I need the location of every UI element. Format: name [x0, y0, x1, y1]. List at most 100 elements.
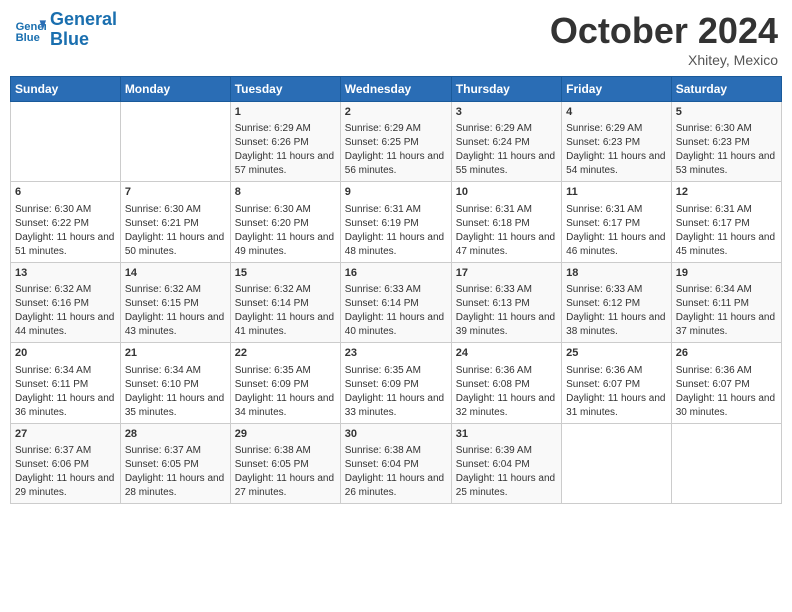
- day-number: 1: [235, 105, 336, 120]
- calendar-cell: 15Sunrise: 6:32 AMSunset: 6:14 PMDayligh…: [230, 262, 340, 342]
- svg-text:Blue: Blue: [16, 32, 40, 44]
- logo: General Blue General Blue: [14, 10, 117, 50]
- cell-text: Sunset: 6:08 PM: [456, 378, 557, 392]
- cell-text: Daylight: 11 hours and 25 minutes.: [456, 472, 557, 500]
- cell-text: Daylight: 11 hours and 29 minutes.: [15, 472, 116, 500]
- cell-text: Sunset: 6:22 PM: [15, 217, 116, 231]
- cell-text: Sunset: 6:17 PM: [566, 217, 667, 231]
- cell-text: Daylight: 11 hours and 34 minutes.: [235, 392, 336, 420]
- day-number: 19: [676, 266, 777, 281]
- calendar-cell: 9Sunrise: 6:31 AMSunset: 6:19 PMDaylight…: [340, 182, 451, 262]
- cell-text: Daylight: 11 hours and 39 minutes.: [456, 311, 557, 339]
- day-number: 24: [456, 346, 557, 361]
- calendar-cell: 17Sunrise: 6:33 AMSunset: 6:13 PMDayligh…: [451, 262, 561, 342]
- calendar-cell: 31 Sunrise: 6:39 AMSunset: 6:04 PMDayligh…: [451, 423, 561, 503]
- cell-text: Sunrise: 6:30 AM: [235, 203, 336, 217]
- cell-text: Daylight: 11 hours and 27 minutes.: [235, 472, 336, 500]
- cell-text: Daylight: 11 hours and 48 minutes.: [345, 231, 447, 259]
- weekday-header-friday: Friday: [562, 77, 672, 102]
- cell-text: Sunrise: 6:32 AM: [15, 283, 116, 297]
- calendar-cell: 10Sunrise: 6:31 AMSunset: 6:18 PMDayligh…: [451, 182, 561, 262]
- cell-text: Sunrise: 6:33 AM: [345, 283, 447, 297]
- cell-text: Daylight: 11 hours and 38 minutes.: [566, 311, 667, 339]
- cell-text: Daylight: 11 hours and 54 minutes.: [566, 150, 667, 178]
- cell-text: Sunset: 6:23 PM: [676, 136, 777, 150]
- cell-text: Sunset: 6:11 PM: [15, 378, 116, 392]
- cell-text: Sunrise: 6:39 AM: [456, 444, 557, 458]
- cell-text: Daylight: 11 hours and 33 minutes.: [345, 392, 447, 420]
- cell-text: Daylight: 11 hours and 30 minutes.: [676, 392, 777, 420]
- cell-text: Sunrise: 6:38 AM: [235, 444, 336, 458]
- cell-text: Sunset: 6:05 PM: [235, 458, 336, 472]
- calendar-cell: 26Sunrise: 6:36 AMSunset: 6:07 PMDayligh…: [671, 343, 781, 423]
- cell-text: Sunrise: 6:31 AM: [566, 203, 667, 217]
- cell-text: Daylight: 11 hours and 45 minutes.: [676, 231, 777, 259]
- cell-text: Daylight: 11 hours and 31 minutes.: [566, 392, 667, 420]
- cell-text: Sunrise: 6:31 AM: [456, 203, 557, 217]
- day-number: 28: [125, 427, 226, 442]
- logo-icon: General Blue: [14, 14, 46, 46]
- day-number: 31: [456, 427, 557, 442]
- cell-text: Sunset: 6:09 PM: [345, 378, 447, 392]
- day-number: 7: [125, 185, 226, 200]
- cell-text: Sunset: 6:24 PM: [456, 136, 557, 150]
- cell-text: Daylight: 11 hours and 47 minutes.: [456, 231, 557, 259]
- day-number: 25: [566, 346, 667, 361]
- weekday-header-sunday: Sunday: [11, 77, 121, 102]
- weekday-header-thursday: Thursday: [451, 77, 561, 102]
- calendar-cell: 13Sunrise: 6:32 AMSunset: 6:16 PMDayligh…: [11, 262, 121, 342]
- cell-text: Sunrise: 6:36 AM: [566, 364, 667, 378]
- cell-text: Daylight: 11 hours and 28 minutes.: [125, 472, 226, 500]
- day-number: 29: [235, 427, 336, 442]
- cell-text: Sunset: 6:17 PM: [676, 217, 777, 231]
- cell-text: Sunrise: 6:33 AM: [566, 283, 667, 297]
- cell-text: Sunrise: 6:31 AM: [345, 203, 447, 217]
- day-number: 22: [235, 346, 336, 361]
- cell-text: Sunrise: 6:36 AM: [676, 364, 777, 378]
- day-number: 18: [566, 266, 667, 281]
- calendar-cell: 3Sunrise: 6:29 AMSunset: 6:24 PMDaylight…: [451, 102, 561, 182]
- cell-text: Sunset: 6:15 PM: [125, 297, 226, 311]
- cell-text: Sunset: 6:09 PM: [235, 378, 336, 392]
- day-number: 23: [345, 346, 447, 361]
- day-number: 20: [15, 346, 116, 361]
- weekday-header-saturday: Saturday: [671, 77, 781, 102]
- calendar-cell: 6Sunrise: 6:30 AMSunset: 6:22 PMDaylight…: [11, 182, 121, 262]
- cell-text: Sunrise: 6:37 AM: [125, 444, 226, 458]
- calendar-cell: 7Sunrise: 6:30 AMSunset: 6:21 PMDaylight…: [120, 182, 230, 262]
- cell-text: Sunrise: 6:29 AM: [345, 122, 447, 136]
- cell-text: Sunrise: 6:30 AM: [125, 203, 226, 217]
- calendar-cell: 16Sunrise: 6:33 AMSunset: 6:14 PMDayligh…: [340, 262, 451, 342]
- cell-text: Sunset: 6:19 PM: [345, 217, 447, 231]
- day-number: 14: [125, 266, 226, 281]
- calendar-cell: 5Sunrise: 6:30 AMSunset: 6:23 PMDaylight…: [671, 102, 781, 182]
- cell-text: Sunset: 6:06 PM: [15, 458, 116, 472]
- cell-text: Sunset: 6:26 PM: [235, 136, 336, 150]
- cell-text: Sunset: 6:13 PM: [456, 297, 557, 311]
- cell-text: Sunset: 6:04 PM: [345, 458, 447, 472]
- calendar-cell: [671, 423, 781, 503]
- cell-text: Sunset: 6:20 PM: [235, 217, 336, 231]
- cell-text: Daylight: 11 hours and 53 minutes.: [676, 150, 777, 178]
- cell-text: Sunset: 6:04 PM: [456, 458, 557, 472]
- page-header: General Blue General Blue October 2024 X…: [10, 10, 782, 68]
- cell-text: Sunrise: 6:30 AM: [15, 203, 116, 217]
- cell-text: Sunset: 6:14 PM: [345, 297, 447, 311]
- calendar-cell: 8Sunrise: 6:30 AMSunset: 6:20 PMDaylight…: [230, 182, 340, 262]
- cell-text: Sunrise: 6:37 AM: [15, 444, 116, 458]
- month-year-title: October 2024: [550, 10, 778, 52]
- cell-text: Daylight: 11 hours and 41 minutes.: [235, 311, 336, 339]
- title-block: October 2024 Xhitey, Mexico: [550, 10, 778, 68]
- day-number: 21: [125, 346, 226, 361]
- cell-text: Sunset: 6:07 PM: [566, 378, 667, 392]
- day-number: 30: [345, 427, 447, 442]
- calendar-cell: 1Sunrise: 6:29 AMSunset: 6:26 PMDaylight…: [230, 102, 340, 182]
- day-number: 15: [235, 266, 336, 281]
- weekday-header-tuesday: Tuesday: [230, 77, 340, 102]
- cell-text: Sunrise: 6:29 AM: [456, 122, 557, 136]
- day-number: 27: [15, 427, 116, 442]
- cell-text: Daylight: 11 hours and 44 minutes.: [15, 311, 116, 339]
- cell-text: Sunset: 6:11 PM: [676, 297, 777, 311]
- day-number: 3: [456, 105, 557, 120]
- cell-text: Daylight: 11 hours and 50 minutes.: [125, 231, 226, 259]
